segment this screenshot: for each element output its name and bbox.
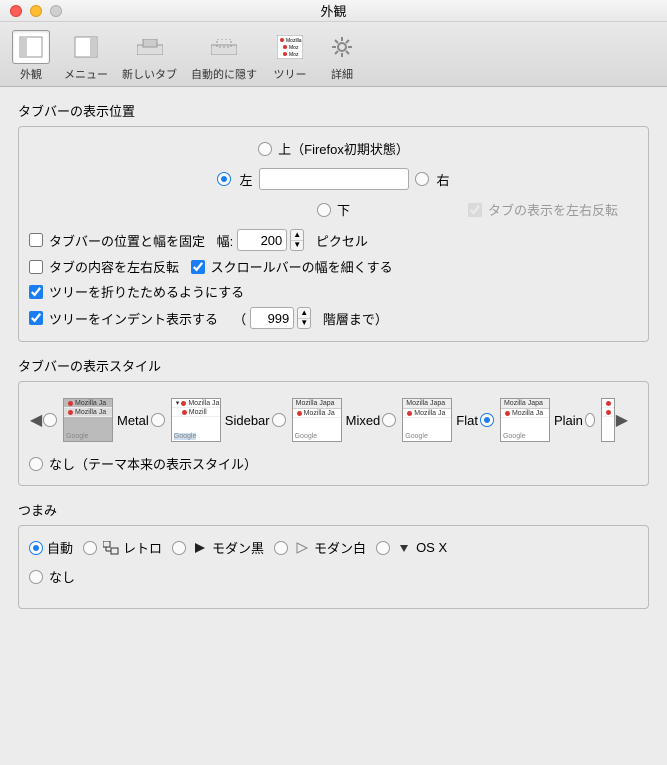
collapsible-label: ツリーを折りたためるようにする <box>49 282 244 301</box>
narrow-scrollbar-label: スクロールバーの幅を細くする <box>211 257 393 276</box>
style-plain-thumb: Mozilla Japa Mozilla Ja Google <box>500 398 550 442</box>
position-right-label: 右 <box>437 170 450 189</box>
position-left-label: 左 <box>239 170 252 189</box>
toolbar-tree[interactable]: Mozilla Moz Moz ツリー <box>267 28 313 84</box>
style-extra-thumb <box>601 398 615 442</box>
grabber-modern-black-radio[interactable] <box>172 541 186 555</box>
mirror-checkbox <box>468 203 482 217</box>
style-scroll-left[interactable]: ◀ <box>31 410 41 430</box>
narrow-scrollbar-checkbox[interactable] <box>191 260 205 274</box>
retro-grip-icon <box>101 539 121 557</box>
grabber-auto-radio[interactable] <box>29 541 43 555</box>
grabber-osx-radio[interactable] <box>376 541 390 555</box>
toolbar-label: 自動的に隠す <box>191 66 257 82</box>
toolbar-label: 新しいタブ <box>122 66 177 82</box>
style-flat-radio[interactable] <box>382 413 396 427</box>
grabber-none-radio[interactable] <box>29 570 43 584</box>
indent-input[interactable] <box>250 307 294 329</box>
position-down-radio[interactable] <box>317 203 331 217</box>
section-title-grabber: つまみ <box>18 500 649 519</box>
toolbar-label: メニュー <box>64 66 108 82</box>
grabber-modern-white-label: モダン白 <box>314 538 366 557</box>
toolbar-appearance[interactable]: 外観 <box>8 28 54 84</box>
style-metal-radio[interactable] <box>43 413 57 427</box>
grabber-modern-white-radio[interactable] <box>274 541 288 555</box>
style-label: Mixed <box>346 413 381 428</box>
grabber-auto-label: 自動 <box>47 538 73 557</box>
position-left-radio[interactable] <box>217 172 231 186</box>
arrow-black-icon <box>190 539 210 557</box>
style-sidebar-radio[interactable] <box>151 413 165 427</box>
grabber-group: 自動 レトロ モダン黒 モダン白 OS X <box>18 525 649 609</box>
width-stepper[interactable]: ▲▼ <box>290 229 304 251</box>
svg-text:Moz: Moz <box>289 52 299 58</box>
toolbar-autohide[interactable]: 自動的に隠す <box>187 28 261 84</box>
arrow-white-icon <box>292 539 312 557</box>
grabber-modern-black-label: モダン黒 <box>212 538 264 557</box>
style-sidebar-thumb: ▾ Mozilla Ja Mozill Google <box>171 398 221 442</box>
indent-open: （ <box>233 309 246 328</box>
tab-dashed-icon <box>210 33 238 61</box>
style-label: Sidebar <box>225 413 270 428</box>
indent-stepper[interactable]: ▲▼ <box>297 307 311 329</box>
section-title-position: タブバーの表示位置 <box>18 101 649 120</box>
titlebar: 外観 <box>0 0 667 22</box>
width-input[interactable] <box>237 229 287 251</box>
mirror-label: タブの表示を左右反転 <box>488 200 618 219</box>
section-title-style: タブバーの表示スタイル <box>18 356 649 375</box>
osx-triangle-icon <box>394 539 414 557</box>
style-scroll-right[interactable]: ▶ <box>617 410 627 430</box>
tree-icon: Mozilla Moz Moz <box>276 33 304 61</box>
style-metal-thumb: Mozilla Ja Mozilla Ja Google <box>63 398 113 442</box>
grabber-retro-label: レトロ <box>123 538 162 557</box>
panel-right-icon <box>72 33 100 61</box>
position-group: 上（Firefox初期状態） 左 右 下 タブの表示を左右反転 タブバーの位置と… <box>18 126 649 342</box>
toolbar: 外観 メニュー 新しいタブ 自動的に隠す Mozilla Moz Moz ツリー <box>0 22 667 87</box>
tab-icon <box>136 33 164 61</box>
toolbar-menu[interactable]: メニュー <box>60 28 112 84</box>
width-label: 幅: <box>217 231 234 250</box>
window-title: 外観 <box>0 1 667 20</box>
collapsible-checkbox[interactable] <box>29 285 43 299</box>
style-extra-radio[interactable] <box>585 413 595 427</box>
fix-width-checkbox[interactable] <box>29 233 43 247</box>
width-unit: ピクセル <box>316 231 368 250</box>
gear-icon <box>328 33 356 61</box>
toolbar-label: 外観 <box>20 66 42 82</box>
reverse-content-label: タブの内容を左右反転 <box>49 257 179 276</box>
position-up-radio[interactable] <box>258 142 272 156</box>
style-flat-thumb: Mozilla Japa Mozilla Ja Google <box>402 398 452 442</box>
position-left-field[interactable] <box>259 168 409 190</box>
position-down-label: 下 <box>337 200 350 219</box>
style-label: Plain <box>554 413 583 428</box>
fix-width-label: タブバーの位置と幅を固定 <box>49 231 205 250</box>
style-label: Metal <box>117 413 149 428</box>
style-group: ◀ Mozilla Ja Mozilla Ja Google Metal ▾ M… <box>18 381 649 486</box>
style-label: Flat <box>456 413 478 428</box>
svg-text:Moz: Moz <box>289 45 299 51</box>
position-right-radio[interactable] <box>415 172 429 186</box>
grabber-retro-radio[interactable] <box>83 541 97 555</box>
toolbar-label: 詳細 <box>331 66 353 82</box>
toolbar-newtab[interactable]: 新しいタブ <box>118 28 181 84</box>
svg-text:Mozilla: Mozilla <box>286 38 302 44</box>
toolbar-label: ツリー <box>274 66 307 82</box>
indent-suffix: 階層まで） <box>323 309 388 328</box>
style-none-radio[interactable] <box>29 457 43 471</box>
panel-left-icon <box>17 33 45 61</box>
toolbar-details[interactable]: 詳細 <box>319 28 365 84</box>
reverse-content-checkbox[interactable] <box>29 260 43 274</box>
style-none-label: なし（テーマ本来の表示スタイル） <box>49 454 257 473</box>
style-mixed-radio[interactable] <box>272 413 286 427</box>
grabber-osx-label: OS X <box>416 540 447 555</box>
position-up-label: 上（Firefox初期状態） <box>278 139 409 158</box>
style-mixed-thumb: Mozilla Japa Mozilla Ja Google <box>292 398 342 442</box>
indent-label: ツリーをインデント表示する <box>49 309 218 328</box>
indent-checkbox[interactable] <box>29 311 43 325</box>
grabber-none-label: なし <box>49 567 75 586</box>
style-plain-radio[interactable] <box>480 413 494 427</box>
